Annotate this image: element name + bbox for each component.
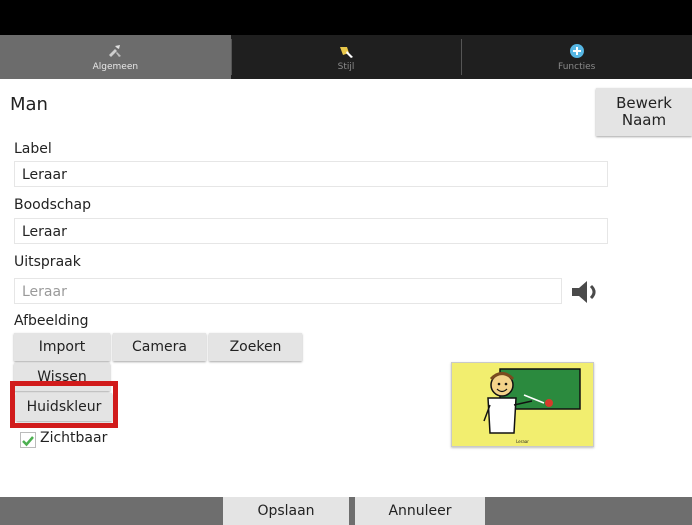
label-field-title: Label [14,141,52,157]
preview-caption: Leraar [516,439,529,444]
plus-circle-icon [569,43,584,58]
camera-button[interactable]: Camera [113,333,206,361]
tab-stijl[interactable]: Stijl [230,35,462,79]
tab-functies[interactable]: Functies [461,35,692,79]
pronunciation-field-title: Uitspraak [14,254,81,270]
label-input[interactable]: Leraar [14,161,608,187]
visible-label: Zichtbaar [40,430,108,446]
highlight-box [10,381,118,428]
image-section-title: Afbeelding [14,313,89,329]
speaker-icon[interactable] [570,279,606,305]
tab-algemeen[interactable]: Algemeen [0,35,231,79]
message-field-title: Boodschap [14,197,91,213]
edit-name-button[interactable]: Bewerk Naam [596,88,692,136]
tab-bar: Algemeen Stijl Functies [0,35,692,79]
brush-icon [340,46,353,58]
tools-icon [109,44,122,57]
edit-name-label-line1: Bewerk [616,94,672,112]
pronunciation-input[interactable]: Leraar [14,278,562,304]
edit-name-label-line2: Naam [621,111,667,129]
cancel-button[interactable]: Annuleer [355,497,485,525]
save-button[interactable]: Opslaan [223,497,349,525]
image-preview: Leraar [451,362,594,447]
tab-label: Functies [558,61,596,72]
page-title: Man [10,94,48,115]
tab-label: Algemeen [92,61,139,72]
import-button[interactable]: Import [14,333,110,361]
status-bar [0,0,692,35]
teacher-symbol-icon [483,368,581,434]
visible-checkbox[interactable] [20,432,36,448]
tab-label: Stijl [337,61,355,72]
checkmark-icon [22,436,34,447]
message-input[interactable]: Leraar [14,218,608,244]
search-button[interactable]: Zoeken [209,333,302,361]
